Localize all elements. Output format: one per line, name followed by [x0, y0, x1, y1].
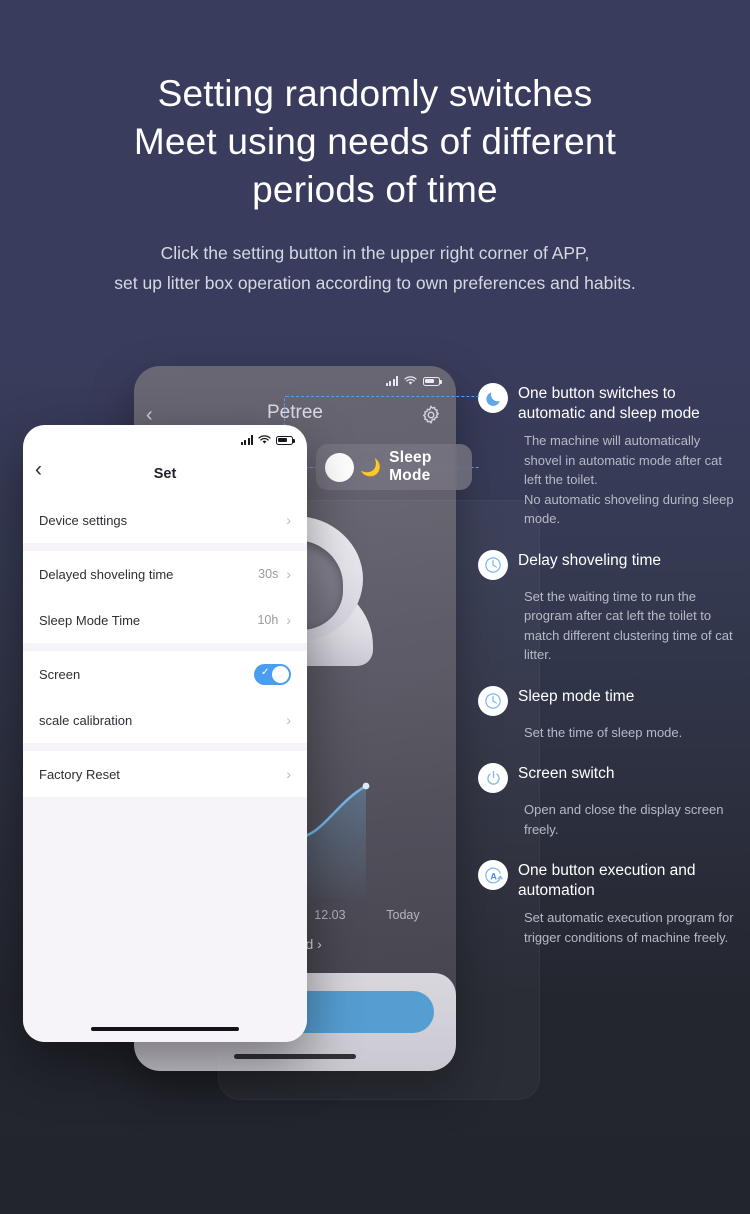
sleep-mode-label: Sleep Mode — [389, 449, 432, 484]
settings-group: Screen ✓ scale calibration › — [23, 651, 307, 743]
headline-line-1: Setting randomly switches — [157, 73, 593, 114]
headline-line-3: periods of time — [252, 169, 498, 210]
row-label: Sleep Mode Time — [39, 612, 141, 628]
feature-item-screen-switch: Screen switch Open and close the display… — [478, 762, 740, 839]
feature-header: A One button execution and automation — [478, 859, 740, 901]
signal-icon — [240, 435, 253, 445]
automation-a-icon: A — [478, 860, 508, 890]
svg-text:A: A — [490, 871, 497, 881]
settings-back-button[interactable]: ‹ — [35, 459, 42, 480]
row-label: Factory Reset — [39, 766, 120, 782]
feature-title: One button execution and automation — [518, 862, 696, 899]
moon-icon — [478, 383, 508, 413]
settings-group: Delayed shoveling time 30s › Sleep Mode … — [23, 551, 307, 643]
power-icon — [478, 763, 508, 793]
settings-row-device-settings[interactable]: Device settings › — [23, 497, 307, 543]
row-label: Delayed shoveling time — [39, 566, 174, 582]
feature-description: Set automatic execution program for trig… — [524, 910, 734, 945]
settings-row-screen[interactable]: Screen ✓ — [23, 651, 307, 697]
page-title: Setting randomly switches Meet using nee… — [0, 70, 750, 214]
chevron-right-icon: › — [286, 712, 291, 728]
subhead-line-2: set up litter box operation according to… — [114, 273, 636, 293]
moon-icon: 🌙 — [360, 457, 382, 477]
feature-list: One button switches to automatic and sle… — [478, 382, 740, 967]
feature-title: One button switches to automatic and sle… — [518, 385, 700, 422]
row-label: Device settings — [39, 512, 128, 528]
feature-title: Delay shoveling time — [518, 551, 662, 569]
battery-icon — [276, 435, 295, 445]
clock-icon — [478, 549, 508, 580]
feature-title: Sleep mode time — [518, 687, 635, 705]
signal-icon — [385, 376, 398, 386]
settings-status-bar — [240, 435, 295, 445]
home-indicator — [234, 1054, 356, 1059]
chevron-right-icon: › — [286, 766, 291, 782]
wifi-icon — [404, 376, 417, 385]
sleep-mode-toggle[interactable]: 🌙 Sleep Mode — [316, 444, 472, 490]
power-glyph — [486, 770, 500, 785]
settings-row-factory-reset[interactable]: Factory Reset › — [23, 751, 307, 797]
toggle-knob — [272, 665, 289, 683]
automation-glyph: A — [484, 867, 503, 883]
feature-item-sleep-mode-time: Sleep mode time Set the time of sleep mo… — [478, 685, 740, 743]
clock-glyph — [485, 692, 501, 709]
chevron-right-icon: › — [317, 936, 322, 952]
check-icon: ✓ — [261, 666, 270, 678]
page-subtitle: Click the setting button in the upper ri… — [0, 238, 750, 298]
row-label: Screen — [39, 666, 81, 682]
wifi-icon — [258, 435, 271, 444]
app-status-bar — [385, 376, 442, 386]
feature-description: Set the time of sleep mode. — [524, 724, 683, 740]
row-value: 10h — [257, 613, 279, 627]
sleep-mode-knob — [325, 452, 354, 482]
feature-description: The machine will automatically shovel in… — [524, 433, 734, 526]
feature-header: One button switches to automatic and sle… — [478, 382, 740, 424]
feature-item-sleep-mode: One button switches to automatic and sle… — [478, 382, 740, 529]
settings-row-sleep-mode-time[interactable]: Sleep Mode Time 10h › — [23, 597, 307, 643]
chevron-right-icon: › — [286, 612, 291, 628]
row-value: 30s — [258, 567, 279, 581]
clock-icon — [478, 685, 508, 716]
settings-title: Set — [153, 466, 177, 482]
promo-page: Setting randomly switches Meet using nee… — [0, 0, 750, 1214]
home-indicator — [91, 1027, 239, 1031]
feature-item-delay-shoveling: Delay shoveling time Set the waiting tim… — [478, 549, 740, 665]
feature-description: Open and close the display screen freely… — [524, 802, 724, 837]
subhead-line-1: Click the setting button in the upper ri… — [160, 243, 590, 263]
settings-group: Factory Reset › — [23, 751, 307, 797]
feature-item-automation: A One button execution and automation Se… — [478, 859, 740, 947]
moon-glyph — [485, 391, 500, 406]
chart-x-label: Today — [386, 908, 420, 922]
clock-glyph — [485, 556, 501, 573]
feature-header: Screen switch — [478, 762, 740, 793]
feature-header: Delay shoveling time — [478, 549, 740, 580]
settings-screen-phone: ‹ Set Device settings › Delayed shovelin… — [23, 425, 307, 1042]
chart-point — [362, 782, 370, 790]
settings-group: Device settings › — [23, 497, 307, 543]
chart-x-label: 12.03 — [314, 908, 346, 922]
chevron-right-icon: › — [286, 566, 291, 582]
feature-description: Set the waiting time to run the program … — [524, 588, 733, 663]
settings-row-delayed-shoveling-time[interactable]: Delayed shoveling time 30s › — [23, 551, 307, 597]
battery-icon — [423, 376, 442, 386]
chevron-right-icon: › — [286, 512, 291, 528]
feature-title: Screen switch — [518, 765, 615, 782]
settings-row-scale-calibration[interactable]: scale calibration › — [23, 697, 307, 743]
settings-navbar: ‹ Set — [23, 457, 307, 491]
headline-line-2: Meet using needs of different — [133, 121, 617, 162]
screen-toggle[interactable]: ✓ — [254, 663, 291, 685]
settings-list: Device settings › Delayed shoveling time… — [23, 497, 307, 1042]
feature-header: Sleep mode time — [478, 685, 740, 716]
row-label: scale calibration — [39, 712, 133, 728]
